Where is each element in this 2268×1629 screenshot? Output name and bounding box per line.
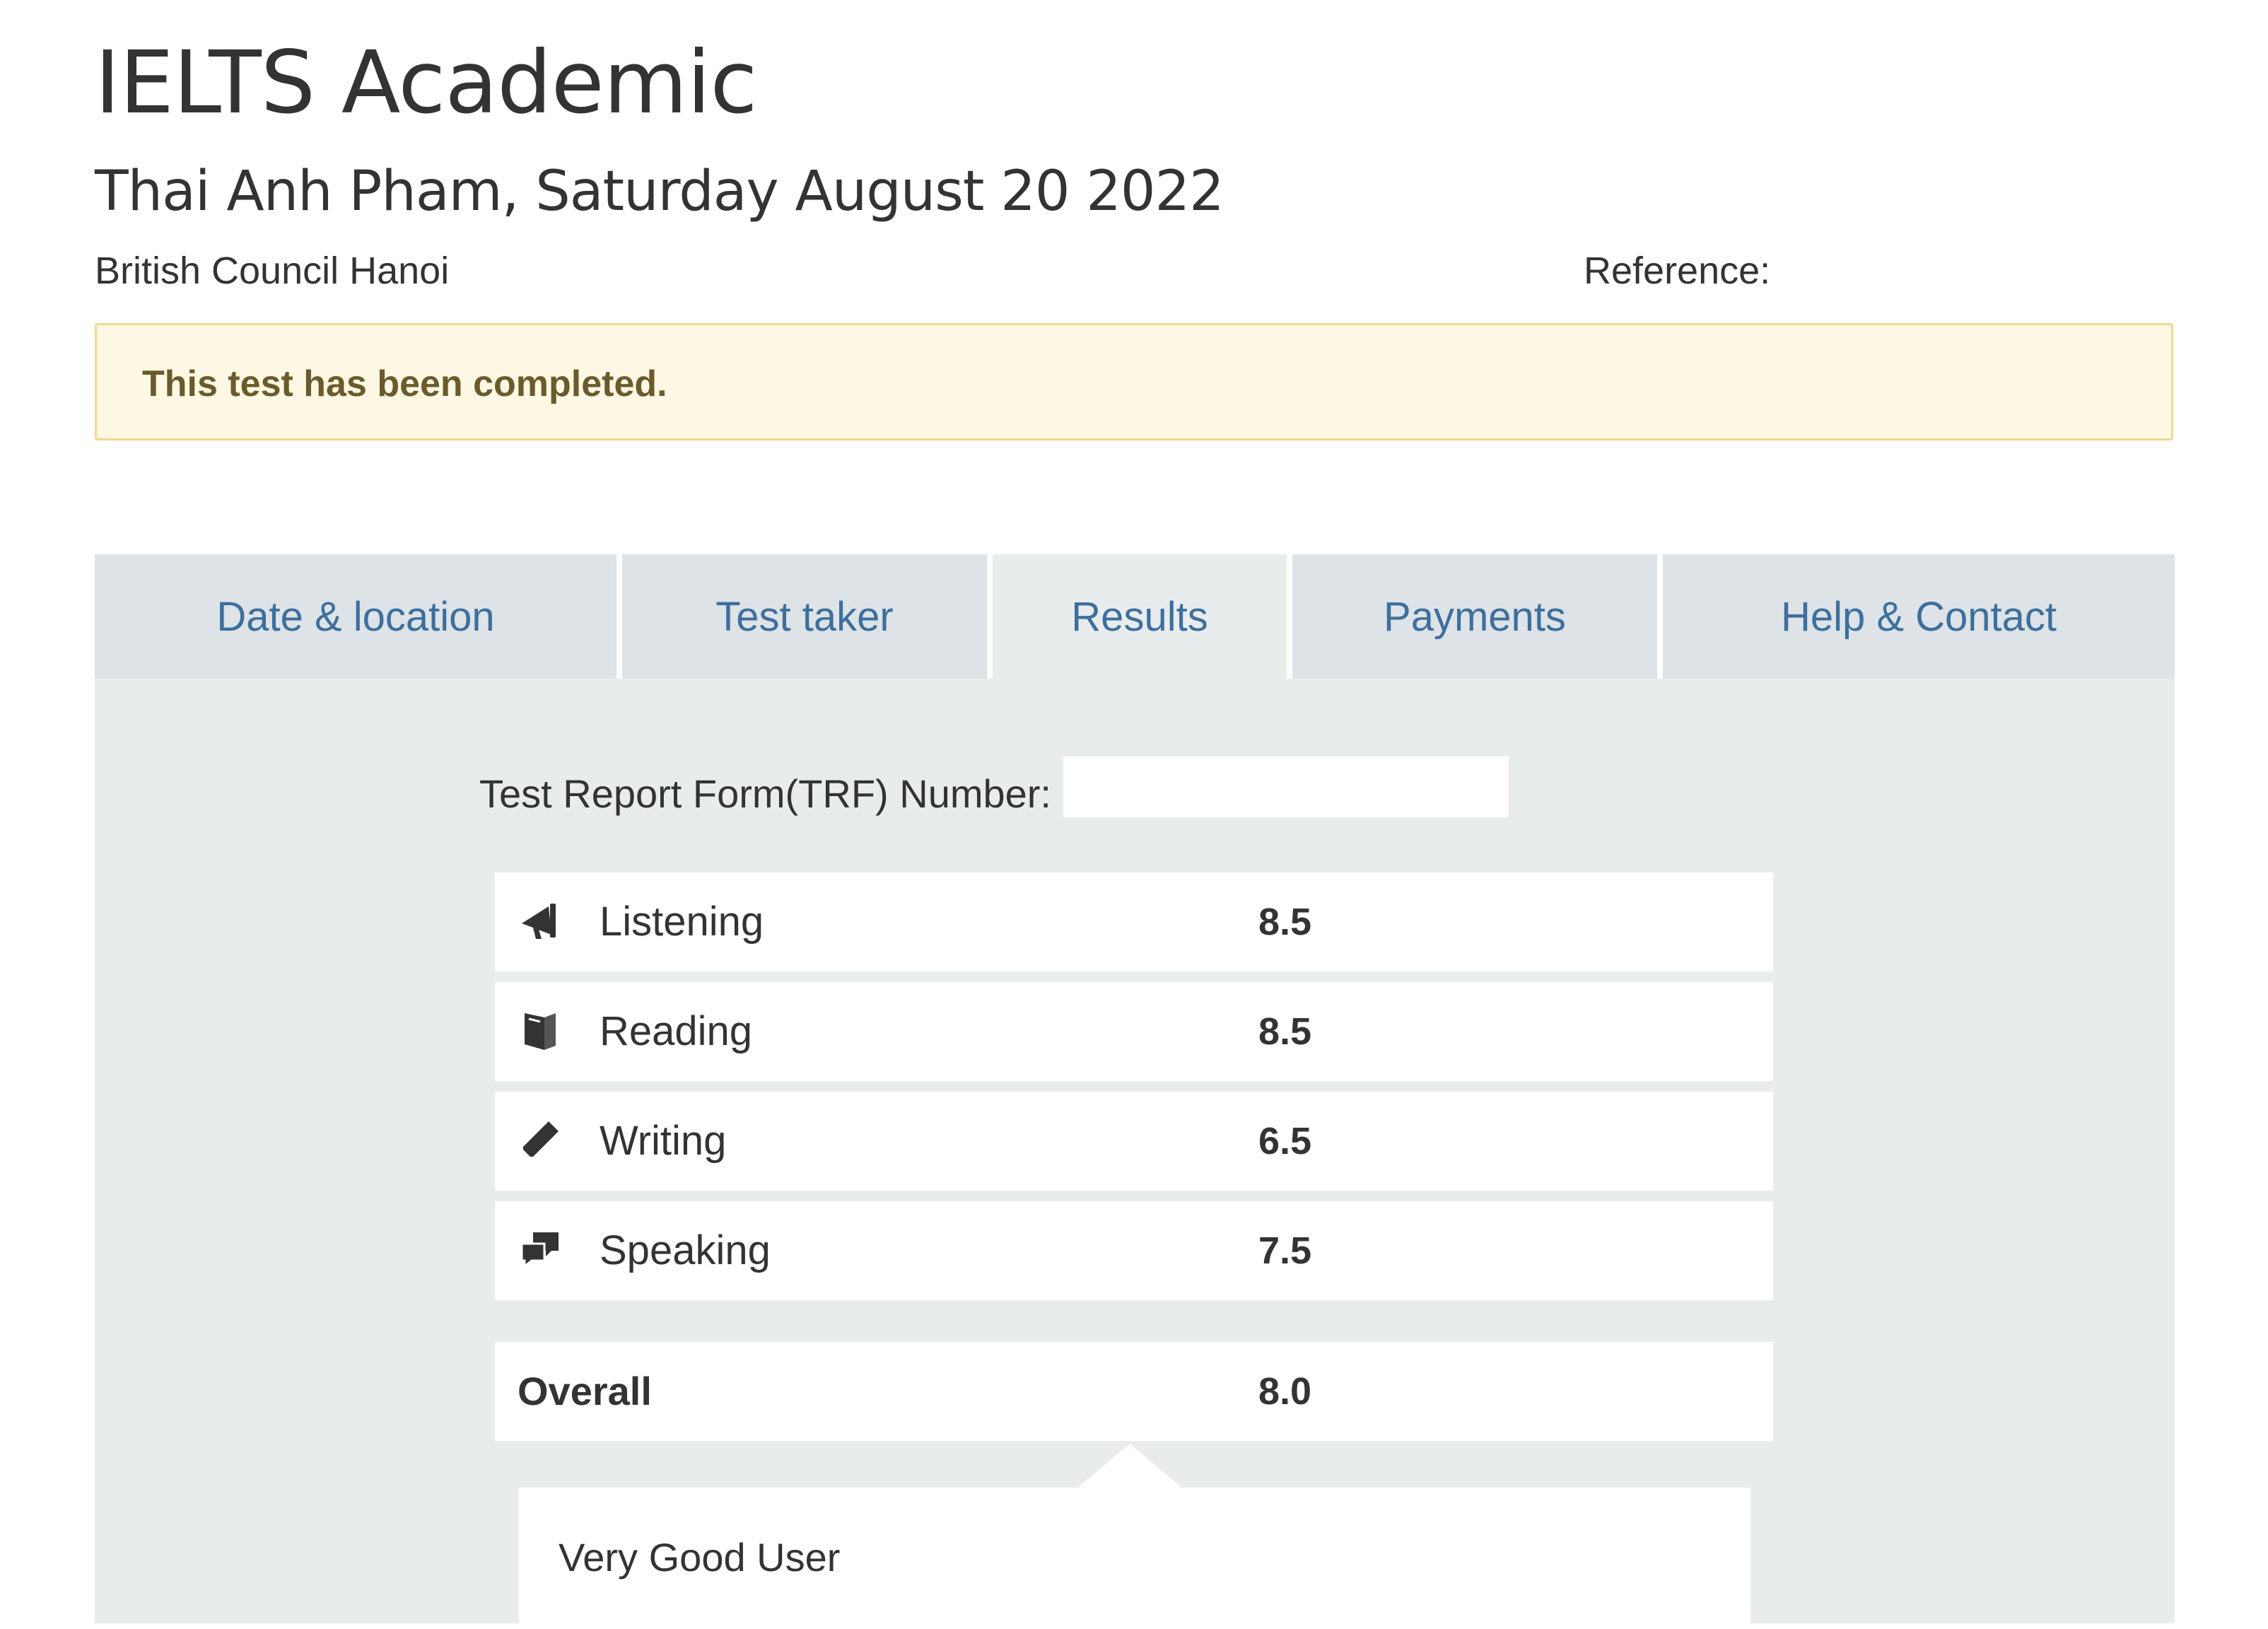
score-row-speaking: Speaking 7.5 — [495, 1201, 1773, 1300]
reference-label: Reference: — [1584, 250, 1771, 292]
description-pointer — [1076, 1444, 1183, 1489]
tab-bar: Date & location Test taker Results Payme… — [95, 554, 2175, 679]
reference-value-redacted — [1796, 240, 2199, 300]
alert-message: This test has been completed. — [142, 363, 667, 404]
skill-name: Speaking — [600, 1227, 771, 1273]
test-centre: British Council Hanoi — [95, 250, 450, 292]
score-row-reading: Reading 8.5 — [495, 982, 1773, 1081]
completion-alert: This test has been completed. — [95, 323, 2173, 440]
skill-name: Reading — [600, 1008, 753, 1054]
skill-score: 6.5 — [1258, 1120, 1312, 1162]
tab-divider — [1287, 554, 1292, 679]
score-row-writing: Writing 6.5 — [495, 1092, 1773, 1191]
tab-results[interactable]: Results — [993, 554, 1287, 679]
skill-score: 8.5 — [1258, 901, 1312, 943]
booking-panel: Date & location Test taker Results Payme… — [95, 554, 2175, 1629]
skill-name: Listening — [600, 899, 764, 945]
trf-number-value-redacted — [1063, 757, 1509, 817]
tab-payments[interactable]: Payments — [1292, 554, 1657, 679]
skill-name: Writing — [600, 1118, 727, 1164]
speech-bubbles-icon — [518, 1227, 563, 1272]
tab-date-location[interactable]: Date & location — [95, 554, 616, 679]
overall-label: Overall — [518, 1369, 652, 1413]
tab-test-taker[interactable]: Test taker — [622, 554, 987, 679]
tab-divider — [987, 554, 993, 679]
score-row-listening: Listening 8.5 — [495, 872, 1773, 971]
overall-score-row: Overall 8.0 — [495, 1342, 1773, 1441]
overall-score: 8.0 — [1258, 1370, 1312, 1413]
book-icon — [518, 1008, 563, 1053]
band-description: Very Good User — [559, 1535, 841, 1580]
megaphone-icon — [518, 898, 563, 943]
tab-divider — [616, 554, 622, 679]
pencil-icon — [518, 1117, 563, 1162]
candidate-and-date: Thai Anh Pham, Saturday August 20 2022 — [95, 160, 1224, 223]
tab-divider — [1657, 554, 1663, 679]
skill-score: 8.5 — [1258, 1010, 1312, 1053]
page-title: IELTS Academic — [95, 33, 757, 133]
tab-help-contact[interactable]: Help & Contact — [1663, 554, 2175, 679]
band-description-box: Very Good User — [519, 1488, 1750, 1629]
skill-score: 7.5 — [1258, 1230, 1312, 1272]
trf-number-label: Test Report Form(TRF) Number: — [479, 771, 1051, 816]
